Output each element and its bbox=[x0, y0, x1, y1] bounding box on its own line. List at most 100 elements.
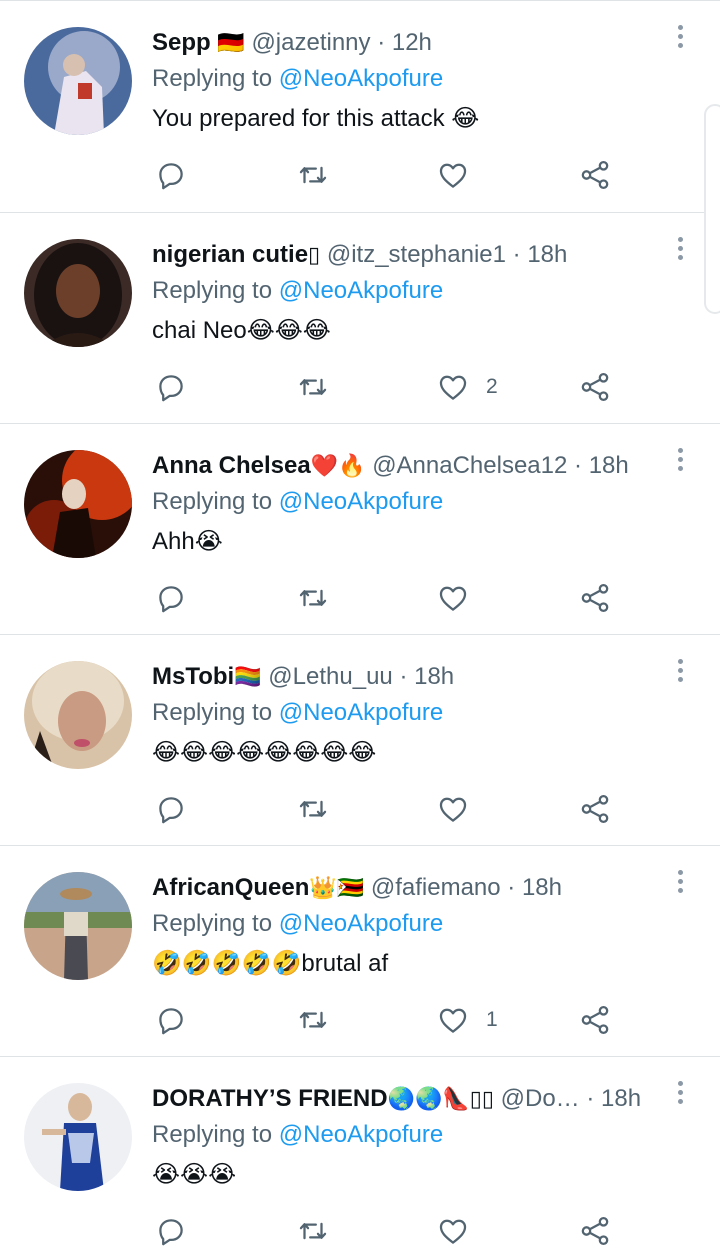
retweet-button[interactable] bbox=[296, 367, 346, 407]
retweet-button[interactable] bbox=[296, 155, 346, 195]
retweet-button[interactable] bbox=[296, 1211, 346, 1251]
share-button[interactable] bbox=[578, 155, 612, 195]
tweet-header: AfricanQueen👑🇿🇼 @fafiemano · 18h bbox=[152, 874, 650, 903]
more-vertical-icon[interactable] bbox=[674, 1081, 686, 1111]
like-button[interactable] bbox=[436, 1211, 486, 1251]
avatar[interactable] bbox=[24, 239, 132, 347]
retweet-icon bbox=[299, 166, 327, 184]
timestamp[interactable]: · 18h bbox=[513, 241, 568, 268]
avatar[interactable] bbox=[24, 661, 132, 769]
replying-to: Replying to @NeoAkpofure bbox=[152, 277, 443, 305]
tweet-item[interactable]: Sepp 🇩🇪 @jazetinny · 12h Replying to @Ne… bbox=[0, 0, 720, 213]
more-vertical-icon[interactable] bbox=[674, 870, 686, 900]
share-button[interactable] bbox=[578, 367, 612, 407]
tweet-item[interactable]: AfricanQueen👑🇿🇼 @fafiemano · 18h Replyin… bbox=[0, 846, 720, 1057]
name-emoji: 👑🇿🇼 bbox=[309, 876, 365, 901]
replying-to-handle[interactable]: @NeoAkpofure bbox=[279, 1121, 443, 1148]
more-vertical-icon[interactable] bbox=[674, 659, 686, 689]
action-bar: 2 bbox=[0, 367, 720, 407]
share-icon bbox=[581, 160, 609, 190]
more-vertical-icon[interactable] bbox=[674, 237, 686, 267]
avatar[interactable] bbox=[24, 872, 132, 980]
avatar-image bbox=[24, 27, 132, 135]
user-handle[interactable]: @AnnaChelsea12 bbox=[372, 452, 567, 479]
heart-icon bbox=[439, 1219, 467, 1244]
tweet-text: 🤣🤣🤣🤣🤣brutal af bbox=[152, 950, 389, 977]
replying-to-label: Replying to bbox=[152, 1121, 273, 1148]
share-button[interactable] bbox=[578, 1000, 612, 1040]
display-name[interactable]: MsTobi bbox=[152, 663, 234, 690]
overlay-panel-edge bbox=[704, 104, 720, 314]
tweet-text: chai Neo😂😂😂 bbox=[152, 317, 331, 344]
timestamp[interactable]: · 18h bbox=[586, 1085, 641, 1112]
timestamp[interactable]: · 12h bbox=[377, 29, 432, 56]
reply-button[interactable] bbox=[154, 789, 204, 829]
timestamp[interactable]: · 18h bbox=[399, 663, 454, 690]
reply-icon bbox=[159, 163, 183, 190]
tweet-item[interactable]: nigerian cutie▯ @itz_stephanie1 · 18h Re… bbox=[0, 213, 720, 424]
display-name[interactable]: AfricanQueen bbox=[152, 874, 309, 901]
share-button[interactable] bbox=[578, 789, 612, 829]
avatar-image bbox=[24, 661, 132, 769]
display-name[interactable]: DORATHY’S FRIEND bbox=[152, 1085, 388, 1112]
like-button[interactable]: 1 bbox=[436, 1000, 498, 1040]
reply-button[interactable] bbox=[154, 1000, 204, 1040]
action-bar bbox=[0, 155, 720, 195]
display-name[interactable]: Anna Chelsea bbox=[152, 452, 311, 479]
replying-to-handle[interactable]: @NeoAkpofure bbox=[279, 277, 443, 304]
user-handle[interactable]: @Lethu_uu bbox=[268, 663, 392, 690]
reply-button[interactable] bbox=[154, 578, 204, 618]
user-handle[interactable]: @Do… bbox=[501, 1085, 580, 1112]
reply-icon bbox=[159, 797, 183, 824]
replying-to-label: Replying to bbox=[152, 488, 273, 515]
share-icon bbox=[581, 583, 609, 613]
action-bar bbox=[0, 789, 720, 829]
action-bar: 1 bbox=[0, 1000, 720, 1040]
timestamp[interactable]: · 18h bbox=[574, 452, 629, 479]
retweet-button[interactable] bbox=[296, 1000, 346, 1040]
user-handle[interactable]: @jazetinny bbox=[251, 29, 370, 56]
reply-icon bbox=[159, 1008, 183, 1035]
like-button[interactable]: 2 bbox=[436, 367, 498, 407]
user-handle[interactable]: @itz_stephanie1 bbox=[327, 241, 506, 268]
tweet-item[interactable]: Anna Chelsea❤️🔥 @AnnaChelsea12 · 18h Rep… bbox=[0, 424, 720, 635]
share-button[interactable] bbox=[578, 1211, 612, 1251]
reply-button[interactable] bbox=[154, 1211, 204, 1251]
display-name[interactable]: nigerian cutie bbox=[152, 241, 308, 268]
display-name[interactable]: Sepp bbox=[152, 29, 211, 56]
tweet-text: 😭😭😭 bbox=[152, 1161, 237, 1188]
action-bar bbox=[0, 578, 720, 618]
share-icon bbox=[581, 1216, 609, 1246]
replies-feed: Sepp 🇩🇪 @jazetinny · 12h Replying to @Ne… bbox=[0, 0, 720, 1260]
more-vertical-icon[interactable] bbox=[674, 25, 686, 55]
replying-to-label: Replying to bbox=[152, 699, 273, 726]
avatar[interactable] bbox=[24, 1083, 132, 1191]
like-button[interactable] bbox=[436, 789, 486, 829]
tweet-item[interactable]: DORATHY’S FRIEND🌏🌏👠▯▯ @Do… · 18h Replyin… bbox=[0, 1057, 720, 1260]
replying-to: Replying to @NeoAkpofure bbox=[152, 1121, 443, 1149]
heart-icon bbox=[439, 163, 467, 188]
avatar-image bbox=[24, 872, 132, 980]
tweet-header: DORATHY’S FRIEND🌏🌏👠▯▯ @Do… · 18h bbox=[152, 1085, 650, 1114]
replying-to-handle[interactable]: @NeoAkpofure bbox=[279, 699, 443, 726]
avatar-image bbox=[24, 450, 132, 558]
retweet-button[interactable] bbox=[296, 578, 346, 618]
replying-to-handle[interactable]: @NeoAkpofure bbox=[279, 488, 443, 515]
more-vertical-icon[interactable] bbox=[674, 448, 686, 478]
avatar-image bbox=[24, 239, 132, 347]
replying-to-handle[interactable]: @NeoAkpofure bbox=[279, 65, 443, 92]
like-count: 1 bbox=[486, 1008, 498, 1031]
user-handle[interactable]: @fafiemano bbox=[371, 874, 501, 901]
reply-button[interactable] bbox=[154, 367, 204, 407]
like-button[interactable] bbox=[436, 578, 486, 618]
tweet-item[interactable]: MsTobi🏳️‍🌈 @Lethu_uu · 18h Replying to @… bbox=[0, 635, 720, 846]
like-button[interactable] bbox=[436, 155, 486, 195]
share-button[interactable] bbox=[578, 578, 612, 618]
retweet-button[interactable] bbox=[296, 789, 346, 829]
replying-to-handle[interactable]: @NeoAkpofure bbox=[279, 910, 443, 937]
reply-button[interactable] bbox=[154, 155, 204, 195]
avatar[interactable] bbox=[24, 27, 132, 135]
timestamp[interactable]: · 18h bbox=[507, 874, 562, 901]
retweet-icon bbox=[299, 1011, 327, 1029]
avatar[interactable] bbox=[24, 450, 132, 558]
